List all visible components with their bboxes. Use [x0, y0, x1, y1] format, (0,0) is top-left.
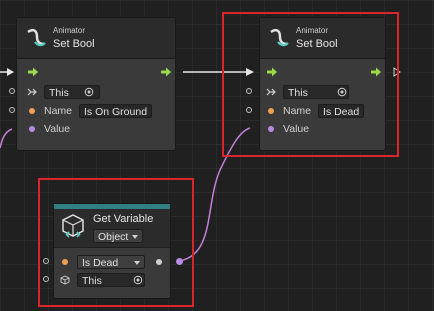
outer-port[interactable]	[9, 88, 15, 94]
bool-port[interactable]	[29, 126, 35, 132]
get-variable-node[interactable]: Get Variable Object Is Dead This	[53, 203, 171, 299]
outer-port[interactable]	[246, 88, 252, 94]
node-title: Set Bool	[53, 38, 95, 50]
flow-output-icon[interactable]	[370, 67, 382, 77]
value-label: Value	[44, 123, 71, 135]
node-header[interactable]: Animator Set Bool	[17, 18, 175, 59]
string-port[interactable]	[268, 108, 274, 114]
node-category: Animator	[296, 26, 329, 35]
outer-port[interactable]	[9, 107, 15, 113]
target-row: This	[17, 84, 175, 100]
incoming-flow-arrowhead	[7, 68, 14, 76]
animator-curve-icon	[270, 28, 289, 47]
outer-port[interactable]	[43, 276, 49, 282]
target-row: This	[260, 84, 385, 100]
value-row: Value	[17, 121, 175, 137]
animator-curve-icon	[27, 28, 46, 47]
outer-port[interactable]	[246, 107, 252, 113]
flow-input-icon[interactable]	[27, 67, 39, 77]
gameobject-icon	[60, 275, 70, 285]
target-row: This	[54, 273, 170, 289]
target-port-icon	[27, 88, 37, 96]
node-header[interactable]: Animator Set Bool	[260, 18, 385, 59]
set-bool-node-left[interactable]: Animator Set Bool This Name Is On Ground…	[16, 17, 176, 151]
value-output-connector[interactable]	[176, 258, 183, 265]
outer-port[interactable]	[43, 258, 49, 264]
bool-port[interactable]	[268, 126, 274, 132]
name-row: Name Is On Ground	[17, 103, 175, 119]
flow-wire-arrowhead	[246, 68, 254, 76]
value-row: Value	[260, 121, 385, 137]
value-output-port[interactable]	[156, 259, 162, 265]
set-bool-node-right[interactable]: Animator Set Bool This Name Is Dead Valu…	[259, 17, 386, 151]
node-header[interactable]: Get Variable Object	[54, 209, 170, 248]
target-picker-icon[interactable]	[133, 275, 143, 285]
chevron-down-icon	[134, 261, 140, 265]
dropdown-value: Object	[98, 231, 129, 243]
cube-variable-icon	[62, 214, 84, 238]
dropdown-value: Is Dead	[82, 257, 119, 269]
value-label: Value	[283, 123, 310, 135]
node-title: Set Bool	[296, 38, 338, 50]
target-port-icon	[266, 88, 276, 96]
name-field[interactable]: Is On Ground	[79, 104, 153, 118]
name-field[interactable]: Is Dead	[318, 104, 365, 118]
flow-output-port-icon[interactable]	[393, 67, 401, 77]
flow-input-icon[interactable]	[266, 67, 278, 77]
flow-output-icon[interactable]	[160, 67, 172, 77]
string-port[interactable]	[29, 108, 35, 114]
variable-row: Is Dead	[54, 255, 170, 271]
node-title: Get Variable	[93, 213, 154, 225]
target-picker-icon[interactable]	[337, 87, 347, 97]
variable-name-dropdown[interactable]: Is Dead	[77, 255, 145, 269]
name-row: Name Is Dead	[260, 103, 385, 119]
name-label: Name	[44, 105, 73, 117]
target-picker-icon[interactable]	[84, 87, 94, 97]
node-category: Animator	[53, 26, 86, 35]
variable-kind-dropdown[interactable]: Object	[93, 229, 144, 243]
string-port[interactable]	[62, 259, 68, 265]
value-wire-left	[0, 128, 13, 149]
value-wire-is-dead	[178, 127, 251, 262]
chevron-down-icon	[132, 235, 139, 239]
name-label: Name	[283, 105, 312, 117]
